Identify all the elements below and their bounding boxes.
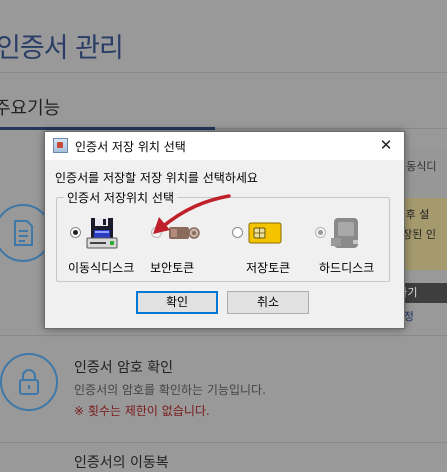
section-title: 인증서 암호 확인 bbox=[74, 360, 174, 376]
hard-disk-icon[interactable] bbox=[329, 216, 363, 250]
floppy-disk-icon[interactable] bbox=[85, 216, 119, 250]
tab-main-features[interactable]: 주요기능 bbox=[0, 94, 60, 120]
section-description: 인증서의 암호를 확인하는 기능입니다. bbox=[74, 383, 266, 397]
smart-card-icon[interactable] bbox=[248, 221, 282, 245]
red-arrow-icon bbox=[153, 194, 231, 234]
cancel-button[interactable]: 취소 bbox=[227, 291, 309, 314]
page-title: 인증서 관리 bbox=[0, 33, 124, 64]
active-tab-indicator bbox=[0, 127, 215, 130]
dialog-titlebar[interactable]: 인증서 저장 위치 선택 ✕ bbox=[45, 132, 404, 160]
title-divider bbox=[0, 72, 447, 73]
option-label-hard-disk: 하드디스크 bbox=[319, 261, 375, 275]
lock-icon bbox=[0, 353, 58, 411]
storage-location-dialog: 인증서 저장 위치 선택 ✕ 인증서를 저장할 저장 위치를 선택하세요 인증서… bbox=[44, 131, 405, 329]
section-divider bbox=[0, 335, 447, 336]
radio-removable-disk[interactable] bbox=[70, 227, 81, 238]
notice-text: 후 설 bbox=[402, 208, 430, 221]
radio-storage-token[interactable] bbox=[232, 227, 243, 238]
dialog-title: 인증서 저장 위치 선택 bbox=[75, 140, 186, 154]
option-label-storage-token: 저장토큰 bbox=[246, 261, 291, 275]
certificate-app-icon bbox=[53, 138, 68, 153]
section-divider-2 bbox=[0, 442, 447, 443]
option-label-removable-disk: 이동식디스크 bbox=[68, 261, 135, 275]
close-button[interactable]: ✕ bbox=[374, 134, 398, 156]
ok-button[interactable]: 확인 bbox=[136, 291, 218, 314]
section-warning: ※ 횟수는 제한이 없습니다. bbox=[74, 404, 210, 418]
radio-hard-disk[interactable] bbox=[315, 227, 326, 238]
dialog-instruction: 인증서를 저장할 저장 위치를 선택하세요 bbox=[55, 171, 258, 185]
close-icon: ✕ bbox=[379, 136, 393, 154]
tab-divider bbox=[215, 128, 447, 129]
next-section-title: 인증서의 이동복 bbox=[74, 455, 169, 471]
option-label-security-token: 보안토큰 bbox=[150, 261, 195, 275]
